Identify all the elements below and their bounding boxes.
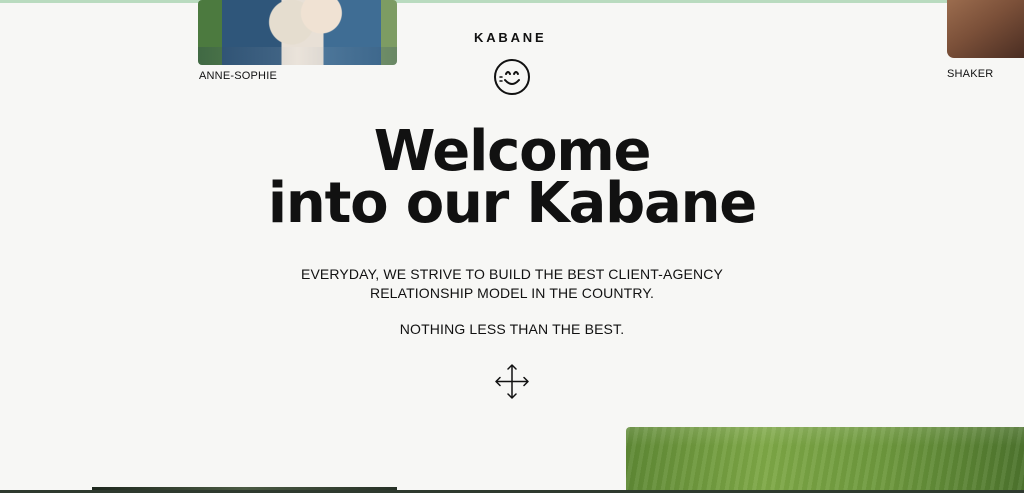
hero-description: EVERYDAY, WE STRIVE TO BUILD THE BEST CL… — [290, 265, 734, 303]
smiley-face-icon[interactable] — [493, 58, 531, 96]
team-photo-shaker[interactable] — [947, 0, 1024, 58]
brand-logo-text[interactable]: KABANE — [474, 30, 546, 45]
hero-description-line-1: EVERYDAY, WE STRIVE TO BUILD THE BEST CL… — [300, 266, 724, 282]
grass-field-image[interactable] — [626, 427, 1024, 490]
top-border — [0, 0, 1024, 3]
hero-description-line-2: RELATIONSHIP MODEL IN THE COUNTRY. — [369, 285, 655, 301]
team-photo-anne-sophie[interactable] — [198, 0, 397, 65]
hero-headline: Welcome into our Kabane — [260, 124, 764, 236]
move-arrows-icon[interactable] — [494, 363, 530, 400]
hero-headline-line-2: into our Kabane — [267, 171, 757, 236]
team-name-shaker: SHAKER — [947, 68, 994, 80]
team-name-anne-sophie: ANNE-SOPHIE — [199, 70, 277, 82]
hero-tagline: NOTHING LESS THAN THE BEST. — [399, 321, 625, 337]
